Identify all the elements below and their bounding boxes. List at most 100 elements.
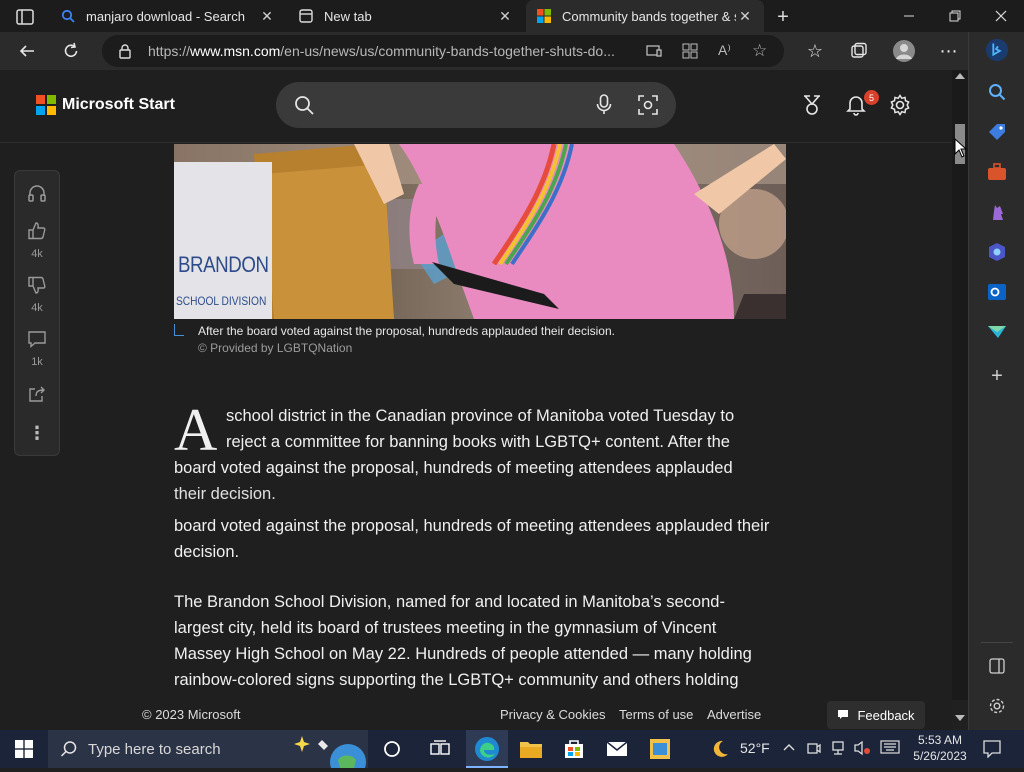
feedback-button[interactable]: Feedback xyxy=(827,701,925,729)
article-paragraph: their decision. xyxy=(174,485,276,503)
visual-search-icon[interactable] xyxy=(638,95,658,120)
edge-browser-icon[interactable] xyxy=(472,734,502,764)
share-button[interactable] xyxy=(15,385,59,408)
search-icon xyxy=(60,8,76,24)
send-drop-icon[interactable] xyxy=(985,320,1009,344)
feedback-icon xyxy=(837,708,849,723)
advertise-link[interactable]: Advertise xyxy=(707,707,761,722)
thumbs-up-icon xyxy=(27,221,47,246)
drop-cap: A xyxy=(174,397,218,463)
feedback-label: Feedback xyxy=(857,707,915,723)
close-icon[interactable]: ✕ xyxy=(258,7,276,25)
action-center-icon[interactable] xyxy=(983,740,1001,761)
app-available-icon[interactable] xyxy=(646,43,662,64)
caption-marker xyxy=(174,324,184,336)
favorites-icon[interactable]: ☆ xyxy=(800,36,830,66)
hide-sidebar-icon[interactable] xyxy=(985,654,1009,678)
listen-button[interactable] xyxy=(15,183,59,208)
settings-gear-icon[interactable] xyxy=(887,92,913,118)
lock-icon[interactable] xyxy=(118,43,132,64)
more-options-icon[interactable]: ⋮ xyxy=(15,423,59,444)
show-hidden-icons-chevron-icon[interactable] xyxy=(782,740,796,757)
collections-icon[interactable] xyxy=(844,36,874,66)
msn-icon xyxy=(536,8,552,24)
sidebar-settings-gear-icon[interactable] xyxy=(985,694,1009,718)
terms-link[interactable]: Terms of use xyxy=(619,707,693,722)
windows-logo-icon xyxy=(36,95,56,115)
comments-button[interactable]: 1k xyxy=(15,329,59,368)
comment-icon xyxy=(27,329,47,354)
share-icon xyxy=(28,385,46,408)
bing-chat-icon[interactable] xyxy=(985,38,1009,62)
search-icon[interactable] xyxy=(985,80,1009,104)
tab-new[interactable]: New tab ✕ xyxy=(288,0,524,32)
like-button[interactable]: 4k xyxy=(15,221,59,260)
dislike-count: 4k xyxy=(31,302,43,314)
image-caption: After the board voted against the propos… xyxy=(198,324,615,338)
new-tab-plus-icon[interactable]: + xyxy=(772,6,794,28)
mouse-cursor-icon xyxy=(954,137,968,163)
file-explorer-icon[interactable] xyxy=(516,734,546,764)
games-chess-icon[interactable] xyxy=(985,200,1009,224)
image-credit: © Provided by LGBTQNation xyxy=(198,341,353,355)
browser-toolbar: https://www.msn.com/en-us/news/us/commun… xyxy=(0,32,1024,70)
shopping-tag-icon[interactable] xyxy=(985,120,1009,144)
clock-date: 5/26/2023 xyxy=(913,749,967,763)
weather-moon-icon[interactable] xyxy=(705,734,735,764)
site-header: Microsoft Start 5 xyxy=(0,70,952,143)
favorite-star-icon[interactable]: ☆ xyxy=(752,41,767,61)
privacy-link[interactable]: Privacy & Cookies xyxy=(500,707,605,722)
meet-now-icon[interactable] xyxy=(807,740,821,759)
keyboard-icon[interactable] xyxy=(880,740,900,757)
microsoft-store-icon[interactable] xyxy=(559,734,589,764)
read-aloud-icon[interactable]: A⁾ xyxy=(718,42,731,59)
close-window-icon[interactable] xyxy=(978,0,1024,32)
cortana-icon[interactable] xyxy=(377,734,407,764)
page-footer: © 2023 Microsoft Privacy & Cookies Terms… xyxy=(0,700,952,730)
dislike-button[interactable]: 4k xyxy=(15,275,59,314)
minimize-icon[interactable] xyxy=(886,0,932,32)
weather-temp[interactable]: 52°F xyxy=(740,740,770,756)
outlook-icon[interactable] xyxy=(985,280,1009,304)
microphone-icon[interactable] xyxy=(596,94,612,121)
refresh-icon[interactable] xyxy=(56,36,86,66)
tab-title: New tab xyxy=(324,8,372,24)
tab-title: manjaro download - Search xyxy=(86,8,245,24)
task-view-icon[interactable] xyxy=(425,734,455,764)
apps-grid-icon[interactable] xyxy=(682,43,698,64)
rewards-icon[interactable] xyxy=(799,92,825,118)
headphones-icon xyxy=(27,183,47,208)
url-prefix: https:// xyxy=(148,43,191,59)
more-icon[interactable]: ⋯ xyxy=(934,36,964,66)
add-sidebar-app-icon[interactable]: + xyxy=(985,364,1009,388)
network-icon[interactable] xyxy=(830,740,846,759)
windows-start-icon[interactable] xyxy=(9,734,39,764)
tab-title: Community bands together & sh xyxy=(562,8,736,24)
clock[interactable]: 5:53 AM 5/26/2023 xyxy=(912,732,968,764)
article-paragraph: The Brandon School Division, named for a… xyxy=(174,593,752,689)
restore-icon[interactable] xyxy=(932,0,978,32)
article-paragraph: board voted against the proposal, hundre… xyxy=(174,517,770,561)
page-scrollbar[interactable] xyxy=(952,70,968,721)
tools-briefcase-icon[interactable] xyxy=(985,160,1009,184)
sidebar-divider xyxy=(981,642,1013,643)
tab-actions-icon[interactable] xyxy=(14,6,36,28)
scroll-up-arrow-icon[interactable] xyxy=(955,73,965,79)
app-window-icon[interactable] xyxy=(645,734,675,764)
volume-muted-icon[interactable] xyxy=(853,740,871,759)
scroll-down-arrow-icon[interactable] xyxy=(955,715,965,721)
close-icon[interactable]: ✕ xyxy=(496,7,514,25)
taskbar-search-box[interactable]: Type here to search xyxy=(48,730,368,772)
microsoft-start-logo[interactable]: Microsoft Start xyxy=(36,95,175,115)
microsoft365-icon[interactable] xyxy=(985,240,1009,264)
back-icon[interactable] xyxy=(12,36,42,66)
tab-search[interactable]: manjaro download - Search ✕ xyxy=(50,0,286,32)
address-bar[interactable]: https://www.msn.com/en-us/news/us/commun… xyxy=(102,35,784,67)
url-text[interactable]: https://www.msn.com/en-us/news/us/commun… xyxy=(148,43,634,59)
article-actions-rail: 4k 4k 1k ⋮ xyxy=(14,170,60,456)
mail-icon[interactable] xyxy=(602,734,632,764)
close-icon[interactable]: ✕ xyxy=(736,7,754,25)
profile-avatar[interactable] xyxy=(889,36,919,66)
tab-article[interactable]: Community bands together & sh ✕ xyxy=(526,0,764,32)
site-search-box[interactable] xyxy=(276,82,676,128)
